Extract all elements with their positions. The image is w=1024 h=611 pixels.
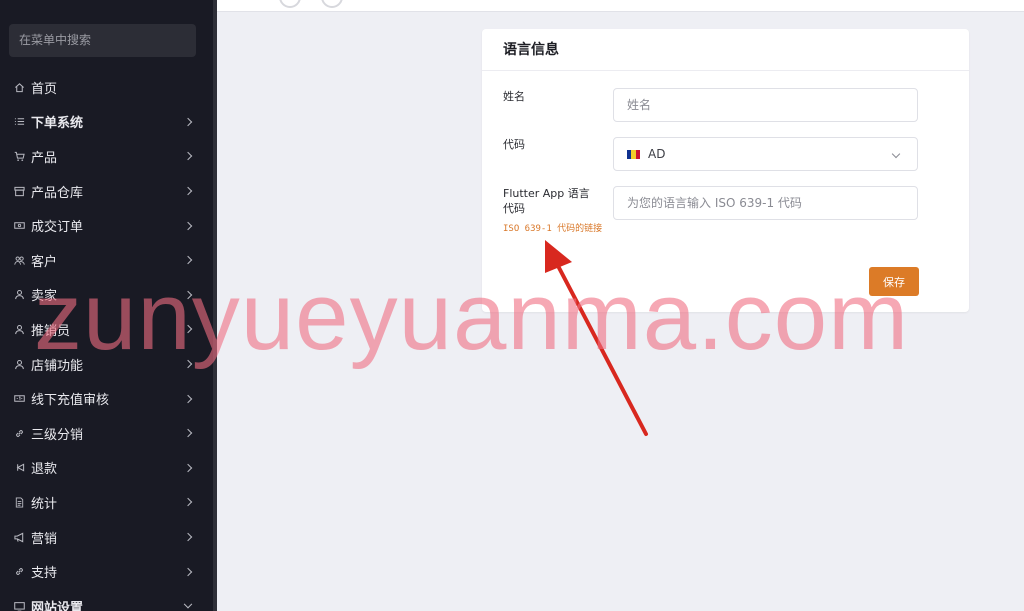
chevron-right-icon — [183, 463, 193, 473]
card-title: 语言信息 — [482, 29, 969, 71]
sidebar-item-label: 产品 — [31, 150, 58, 166]
link-icon — [14, 566, 25, 577]
top-icon[interactable] — [321, 0, 343, 8]
sidebar-scrollbar[interactable] — [213, 0, 217, 611]
home-icon — [14, 82, 25, 93]
sidebar-item[interactable]: 退款 — [0, 451, 213, 486]
top-bar — [217, 0, 1024, 12]
list-icon — [14, 116, 25, 127]
sidebar-item[interactable]: 卖家 — [0, 278, 213, 313]
sidebar-item-label: 下单系统 — [31, 116, 84, 132]
language-info-card: 语言信息 姓名 姓名 代码 AD Flutter App 语言代码 为您的语言输… — [482, 29, 969, 312]
sidebar-item-label: 三级分销 — [31, 427, 84, 443]
sidebar-item-label: 退款 — [31, 462, 58, 478]
cart-icon — [14, 151, 25, 162]
sidebar-item[interactable]: 客户 — [0, 243, 213, 278]
sidebar-item[interactable]: 网站设置 — [0, 589, 213, 611]
flutter-code-label: Flutter App 语言代码 — [503, 187, 590, 215]
top-icon[interactable] — [279, 0, 301, 8]
money-icon — [14, 393, 25, 404]
sidebar-item-label: 支持 — [31, 566, 58, 582]
code-select[interactable]: AD — [613, 137, 918, 171]
chevron-right-icon — [183, 117, 193, 127]
link-icon — [14, 428, 25, 439]
sidebar-item-label: 产品仓库 — [31, 185, 84, 201]
name-label: 姓名 — [503, 90, 525, 103]
chevron-right-icon — [183, 498, 193, 507]
chevron-right-icon — [183, 428, 193, 438]
sidebar-item-label: 营销 — [31, 531, 58, 547]
chevron-right-icon — [183, 221, 193, 230]
chevron-down-icon — [183, 600, 193, 609]
sidebar-item[interactable]: 推销员 — [0, 312, 213, 347]
flutter-code-input[interactable]: 为您的语言输入 ISO 639-1 代码 — [613, 186, 918, 220]
sidebar-item-label: 首页 — [31, 81, 58, 97]
chevron-right-icon — [183, 532, 193, 542]
user-icon — [14, 359, 25, 370]
chevron-right-icon — [183, 325, 193, 334]
sidebar-item[interactable]: 成交订单 — [0, 208, 213, 243]
sidebar-menu: 首页下单系统产品产品仓库成交订单客户卖家推销员店铺功能线下充值审核 三级分销退款统… — [0, 70, 213, 611]
sidebar-item[interactable]: 首页 — [0, 70, 213, 105]
monitor-icon — [14, 601, 25, 611]
sidebar-item[interactable]: 支持 — [0, 554, 213, 589]
sidebar-item-label: 店铺功能 — [31, 358, 84, 374]
sidebar-item-label: 卖家 — [31, 289, 58, 305]
user-icon — [14, 324, 25, 335]
chevron-right-icon — [183, 186, 193, 196]
chevron-right-icon — [183, 256, 193, 265]
sidebar: 在菜单中搜索 首页下单系统产品产品仓库成交订单客户卖家推销员店铺功能线下充值审核… — [0, 0, 213, 611]
chevron-right-icon — [183, 290, 193, 300]
save-button[interactable]: 保存 — [869, 267, 919, 296]
ticket-icon — [14, 220, 25, 231]
iso-code-link[interactable]: ISO 639-1 代码的链接 — [503, 222, 603, 237]
users-icon — [14, 255, 25, 266]
sidebar-item[interactable]: 营销 — [0, 520, 213, 555]
megaphone-icon — [14, 532, 25, 543]
menu-search-input[interactable]: 在菜单中搜索 — [9, 24, 196, 57]
sidebar-item[interactable]: 统计 — [0, 485, 213, 520]
sidebar-item-label: 网站设置 — [31, 600, 84, 611]
sidebar-item-label: 统计 — [31, 496, 58, 512]
chevron-down-icon — [891, 149, 901, 159]
sidebar-item-label: 线下充值审核 — [31, 393, 110, 409]
sidebar-item[interactable]: 产品 — [0, 139, 213, 174]
chevron-right-icon — [183, 152, 193, 161]
undo-icon — [14, 462, 25, 473]
sidebar-item[interactable]: 三级分销 — [0, 416, 213, 451]
sidebar-item[interactable]: 店铺功能 — [0, 347, 213, 382]
user-icon — [14, 289, 25, 300]
archive-icon — [14, 186, 25, 197]
chevron-right-icon — [183, 359, 193, 369]
andorra-flag-icon — [627, 149, 640, 159]
sidebar-item[interactable]: 线下充值审核 — [0, 381, 213, 416]
document-icon — [14, 497, 25, 508]
sidebar-item[interactable]: 下单系统 — [0, 105, 213, 140]
chevron-right-icon — [183, 567, 193, 576]
sidebar-item[interactable]: 产品仓库 — [0, 174, 213, 209]
code-select-value: AD — [648, 147, 666, 161]
sidebar-item-label: 推销员 — [31, 323, 71, 339]
code-label: 代码 — [503, 138, 525, 151]
name-input[interactable]: 姓名 — [613, 88, 918, 122]
chevron-right-icon — [183, 394, 193, 403]
sidebar-item-label: 客户 — [31, 254, 58, 270]
sidebar-item-label: 成交订单 — [31, 220, 84, 236]
